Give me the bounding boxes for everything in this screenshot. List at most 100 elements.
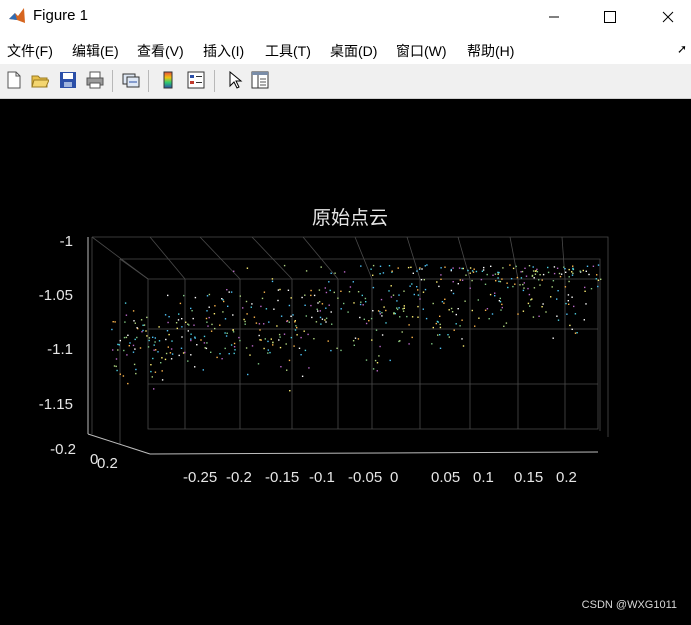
- cloud-point: [422, 291, 425, 293]
- link-plot-icon[interactable]: [120, 69, 142, 91]
- cloud-point: [424, 265, 426, 267]
- cloud-point: [552, 280, 555, 282]
- cloud-point: [329, 289, 331, 292]
- pointer-icon[interactable]: [223, 69, 245, 91]
- cloud-point: [394, 312, 396, 315]
- cloud-point: [118, 344, 120, 346]
- cloud-point: [127, 382, 129, 385]
- cloud-point: [422, 308, 424, 310]
- cloud-point: [506, 282, 508, 284]
- cloud-point: [263, 323, 265, 325]
- menu-desktop[interactable]: 桌面(D): [330, 41, 377, 61]
- cloud-point: [389, 359, 391, 362]
- cloud-point: [208, 293, 211, 296]
- menu-edit[interactable]: 编辑(E): [72, 41, 119, 61]
- cloud-point: [439, 326, 442, 329]
- cloud-point: [226, 332, 228, 334]
- cloud-point: [568, 268, 570, 271]
- close-button[interactable]: [645, 0, 691, 34]
- cloud-point: [301, 375, 304, 377]
- menu-overflow-arrow-icon[interactable]: ➚: [677, 42, 687, 56]
- cloud-point: [325, 321, 327, 323]
- cloud-point: [200, 339, 202, 341]
- cloud-point: [410, 266, 412, 268]
- cloud-point: [448, 309, 450, 311]
- maximize-button[interactable]: [587, 0, 633, 34]
- minimize-button[interactable]: [531, 0, 577, 34]
- cloud-point: [443, 302, 445, 304]
- cloud-point: [177, 319, 180, 321]
- cloud-point: [278, 339, 280, 341]
- cloud-point: [426, 264, 428, 266]
- new-figure-icon[interactable]: [3, 69, 25, 91]
- cloud-point: [190, 339, 192, 342]
- cloud-point: [328, 304, 330, 306]
- title-bar: Figure 1: [0, 0, 691, 34]
- menu-view[interactable]: 查看(V): [137, 41, 184, 61]
- cloud-point: [222, 299, 224, 301]
- cloud-point: [538, 279, 540, 281]
- cloud-point: [158, 340, 161, 342]
- cloud-point: [290, 336, 293, 339]
- cloud-point: [552, 337, 554, 339]
- cloud-point: [155, 349, 157, 351]
- cloud-point: [228, 291, 230, 293]
- cloud-point: [187, 330, 189, 332]
- figure-canvas[interactable]: 原始点云 -1 -1.05 -1.1 -1.15 -0.2 0 0.2 -0.2…: [0, 99, 691, 620]
- cloud-point: [203, 335, 206, 338]
- cloud-point: [461, 267, 463, 270]
- cloud-point: [308, 367, 310, 369]
- cloud-point: [353, 344, 355, 346]
- print-icon[interactable]: [84, 69, 106, 91]
- cloud-point: [133, 320, 135, 322]
- cloud-point: [583, 319, 585, 321]
- cloud-point: [352, 281, 354, 283]
- cloud-point: [330, 272, 332, 274]
- cloud-point: [502, 267, 504, 269]
- cloud-point: [283, 264, 286, 267]
- cloud-point: [541, 306, 543, 308]
- cloud-point: [391, 270, 393, 272]
- colorbar-icon[interactable]: [157, 69, 179, 91]
- cloud-point: [170, 348, 173, 350]
- cloud-point: [202, 369, 204, 371]
- cloud-point: [365, 301, 367, 303]
- cloud-point: [418, 268, 421, 270]
- cloud-point: [261, 297, 264, 300]
- cloud-point: [525, 275, 528, 277]
- save-icon[interactable]: [57, 69, 79, 91]
- cloud-point: [321, 303, 324, 305]
- cloud-point: [303, 330, 305, 332]
- cloud-point: [305, 315, 307, 317]
- cloud-point: [139, 347, 142, 349]
- open-file-icon[interactable]: [29, 69, 51, 91]
- cloud-point: [180, 347, 183, 349]
- cloud-point: [194, 296, 197, 299]
- cloud-point: [136, 336, 138, 339]
- cloud-point: [160, 362, 162, 364]
- menu-tools[interactable]: 工具(T): [265, 41, 311, 61]
- point-cloud-plot[interactable]: 原始点云 -1 -1.05 -1.1 -1.15 -0.2 0 0.2 -0.2…: [0, 99, 691, 620]
- cloud-point: [533, 277, 535, 279]
- property-inspector-icon[interactable]: [249, 69, 271, 91]
- cloud-point: [213, 313, 216, 315]
- cloud-point: [142, 329, 144, 332]
- cloud-point: [251, 345, 254, 347]
- cloud-point: [324, 287, 326, 289]
- menu-window[interactable]: 窗口(W): [396, 41, 447, 61]
- cloud-point: [407, 266, 410, 269]
- menu-insert[interactable]: 插入(I): [203, 41, 244, 61]
- menu-file[interactable]: 文件(F): [7, 41, 53, 61]
- menu-help[interactable]: 帮助(H): [467, 41, 514, 61]
- cloud-point: [423, 279, 425, 281]
- toolbar-separator: [214, 70, 215, 92]
- legend-icon[interactable]: [185, 69, 207, 91]
- cloud-point: [249, 354, 251, 356]
- cloud-point: [304, 349, 307, 352]
- cloud-point: [276, 325, 278, 327]
- cloud-point: [572, 265, 574, 267]
- cloud-point: [567, 294, 570, 296]
- cloud-point: [280, 315, 283, 317]
- matlab-logo-icon: [8, 7, 26, 25]
- cloud-point: [516, 276, 519, 279]
